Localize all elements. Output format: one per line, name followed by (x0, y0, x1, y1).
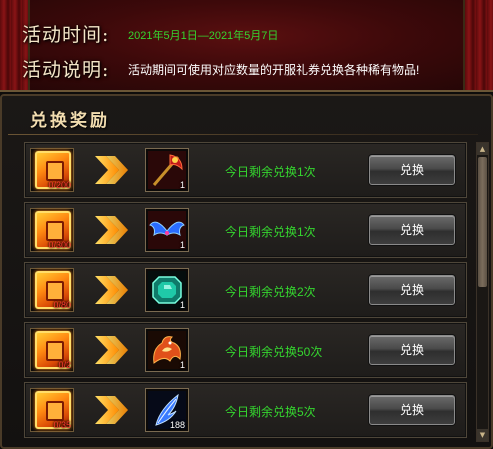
exchange-button[interactable]: 兑换 (369, 335, 455, 365)
token-count: 0/35 (53, 420, 71, 430)
exchange-row: 0/35 188 今日剩余兑换5次 兑换 (24, 382, 467, 438)
reward-slot[interactable]: 1 (145, 268, 189, 312)
token-slot[interactable]: 0/80 (30, 268, 74, 312)
reward-slot[interactable]: 188 (145, 388, 189, 432)
event-desc-label: 活动说明: (22, 59, 110, 81)
token-count: 0/200 (48, 180, 71, 190)
exchange-row: 0/80 1 今日剩余兑换2次 兑换 (24, 262, 467, 318)
token-slot[interactable]: 0/35 (30, 388, 74, 432)
event-desc-value: 活动期间可使用对应数量的开服礼券兑换各种稀有物品! (128, 63, 420, 77)
scroll-down-icon[interactable]: ▼ (477, 429, 488, 441)
panel-title: 兑换奖励 (30, 111, 110, 131)
reward-slot[interactable]: 1 (145, 328, 189, 372)
reward-count: 1 (179, 300, 185, 310)
reward-count: 1 (179, 240, 185, 250)
exchange-row: 0/2 1 今日剩余兑换50次 兑换 (24, 322, 467, 378)
exchange-row: 0/200 1 今日剩余兑换1次 兑换 (24, 142, 467, 198)
reward-slot[interactable]: 1 (145, 208, 189, 252)
remaining-exchanges: 今日剩余兑换50次 (225, 345, 323, 359)
scrollbar[interactable]: ▲ ▼ (476, 142, 489, 442)
title-divider (8, 134, 478, 135)
scroll-thumb[interactable] (478, 157, 487, 287)
double-chevron-right-icon (95, 396, 128, 424)
reward-count: 1 (179, 360, 185, 370)
exchange-button[interactable]: 兑换 (369, 275, 455, 305)
double-chevron-right-icon (95, 276, 128, 304)
remaining-exchanges: 今日剩余兑换1次 (225, 225, 316, 239)
double-chevron-right-icon (95, 156, 128, 184)
scroll-up-icon[interactable]: ▲ (477, 143, 488, 155)
token-count: 0/80 (53, 300, 71, 310)
exchange-button[interactable]: 兑换 (369, 215, 455, 245)
token-slot[interactable]: 0/200 (30, 148, 74, 192)
curtain-right-decoration (463, 0, 493, 90)
token-count: 0/300 (48, 240, 71, 250)
exchange-button[interactable]: 兑换 (369, 155, 455, 185)
remaining-exchanges: 今日剩余兑换2次 (225, 285, 316, 299)
token-count: 0/2 (58, 360, 71, 370)
double-chevron-right-icon (95, 216, 128, 244)
reward-count: 1 (179, 180, 185, 190)
token-slot[interactable]: 0/300 (30, 208, 74, 252)
exchange-panel: 兑换奖励 0/200 1 今日剩余兑换1次 兑换 0/300 1 今日剩余兑换1… (0, 94, 493, 449)
exchange-row: 0/300 1 今日剩余兑换1次 兑换 (24, 202, 467, 258)
exchange-button[interactable]: 兑换 (369, 395, 455, 425)
remaining-exchanges: 今日剩余兑换1次 (225, 165, 316, 179)
remaining-exchanges: 今日剩余兑换5次 (225, 405, 316, 419)
event-time-label: 活动时间: (22, 24, 110, 46)
token-slot[interactable]: 0/2 (30, 328, 74, 372)
double-chevron-right-icon (95, 336, 128, 364)
event-banner: 活动时间: 2021年5月1日—2021年5月7日 活动说明: 活动期间可使用对… (0, 0, 493, 92)
event-time-value: 2021年5月1日—2021年5月7日 (128, 30, 279, 42)
reward-count: 188 (169, 420, 185, 430)
reward-slot[interactable]: 1 (145, 148, 189, 192)
